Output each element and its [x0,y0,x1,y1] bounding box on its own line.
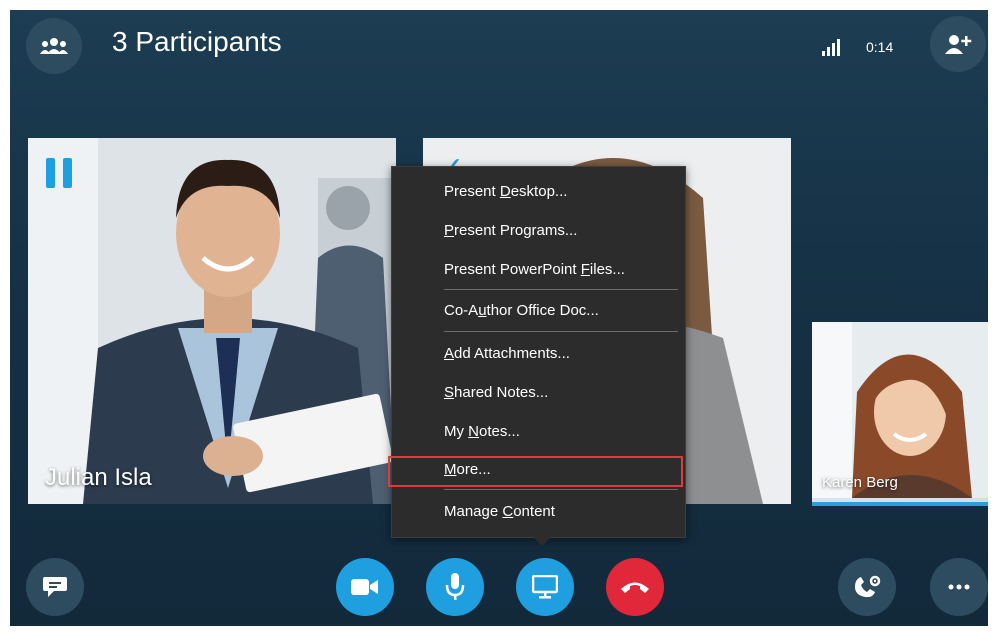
add-participant-button[interactable] [930,16,986,72]
menu-item-my-notes[interactable]: My Notes... [444,423,520,440]
participants-count-label: 3 Participants [112,26,282,57]
menu-separator [444,489,678,490]
menu-separator [444,289,678,290]
menu-separator [444,331,678,332]
present-screen-icon [532,575,558,599]
add-person-icon [945,35,972,54]
chat-icon [43,577,67,597]
menu-item-present-desktop[interactable]: Present Desktop... [444,183,567,200]
pause-icon [46,158,72,188]
participants-button[interactable] [26,18,82,74]
present-button[interactable] [516,558,574,616]
participant-video [28,138,396,504]
call-controls-button[interactable] [838,558,896,616]
more-options-button[interactable] [930,558,988,616]
chat-button[interactable] [26,558,84,616]
menu-item-manage-content[interactable]: Manage Content [444,503,555,520]
call-timer: 0:14 [866,39,894,55]
participants-icon [40,38,68,54]
microphone-button[interactable] [426,558,484,616]
video-camera-icon [351,579,378,595]
more-item-highlight [388,456,683,487]
participant-name-julian: Julian Isla [45,464,152,491]
more-options-icon [948,584,970,590]
microphone-icon [445,573,465,600]
participant-name-karen: Karen Berg [822,474,898,491]
video-tile-karen[interactable]: Karen Berg [812,322,988,506]
signal-bars-icon [822,39,840,56]
hang-up-button[interactable] [606,558,664,616]
menu-pointer [531,535,553,546]
video-button[interactable] [336,558,394,616]
hang-up-icon [621,582,649,593]
menu-item-present-powerpoint-files[interactable]: Present PowerPoint Files... [444,261,625,278]
menu-item-co-author-office-doc[interactable]: Co-Author Office Doc... [444,302,599,319]
menu-item-shared-notes[interactable]: Shared Notes... [444,384,548,401]
menu-item-present-programs[interactable]: Present Programs... [444,222,577,239]
call-controls-icon [855,575,881,598]
menu-item-add-attachments[interactable]: Add Attachments... [444,345,570,362]
participant-video [812,322,988,498]
video-tile-julian[interactable]: Julian Isla [28,138,396,504]
